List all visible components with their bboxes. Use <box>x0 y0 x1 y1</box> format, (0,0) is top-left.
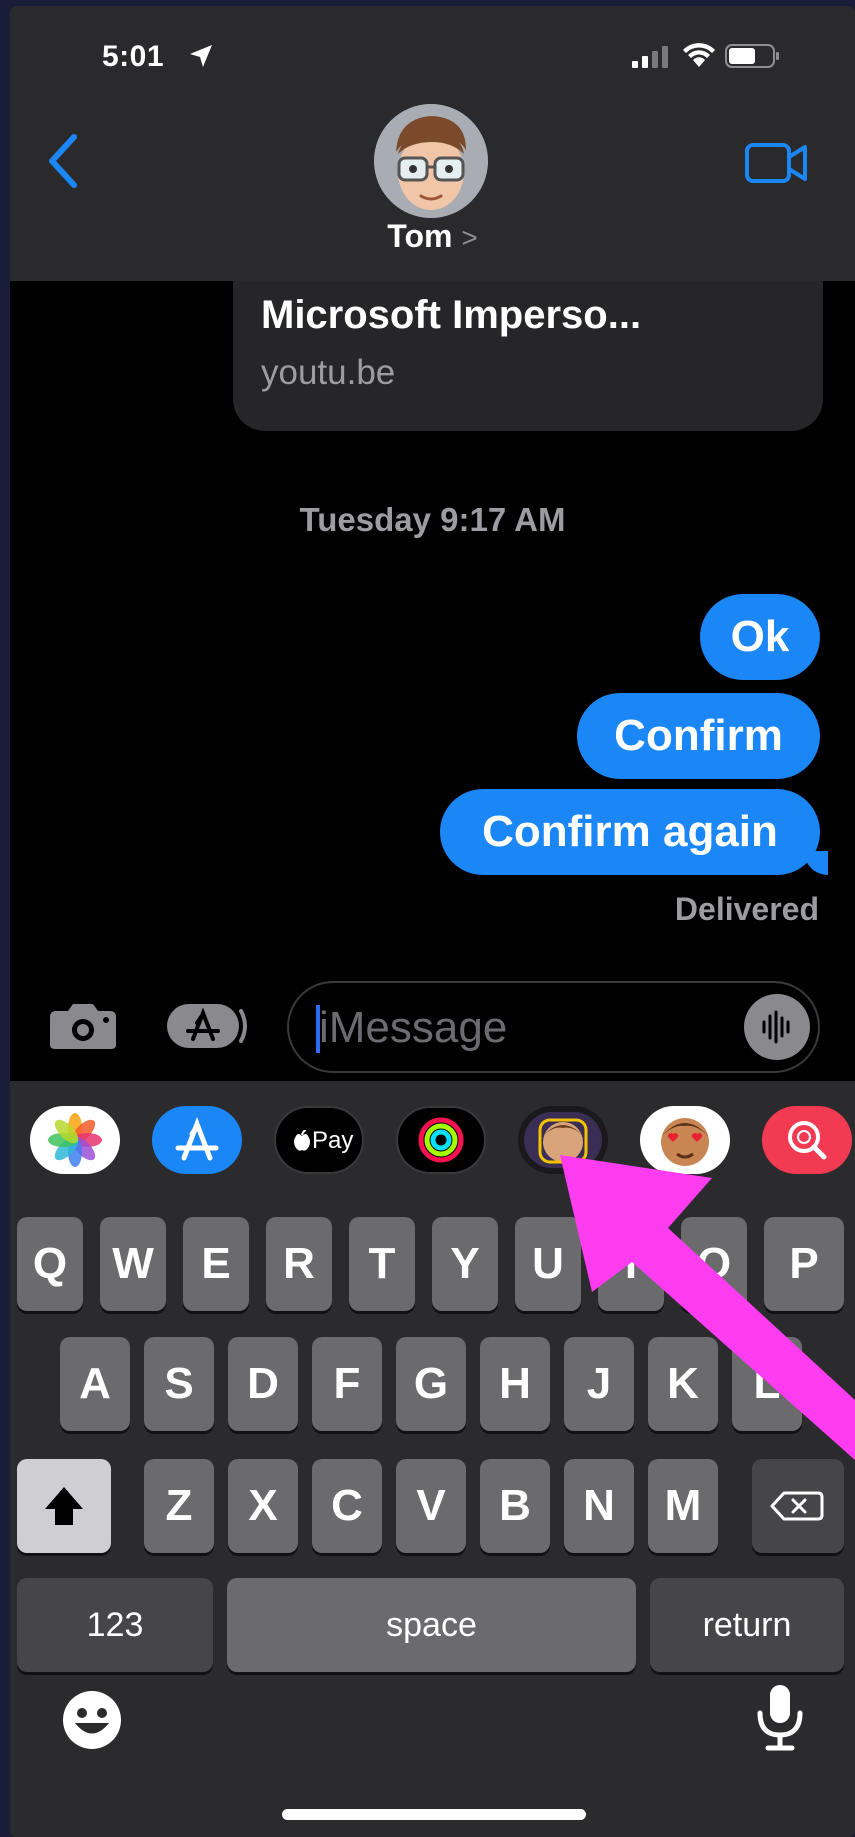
photos-icon <box>48 1113 102 1167</box>
key-r[interactable]: R <box>266 1217 332 1311</box>
message-composer: iMessage <box>10 971 855 1081</box>
sent-message-bubble[interactable]: Confirm <box>577 693 820 779</box>
sent-message-bubble[interactable]: Ok <box>700 594 820 680</box>
key-c[interactable]: C <box>312 1459 382 1553</box>
sent-message-bubble[interactable]: Confirm again <box>440 789 828 875</box>
shift-key[interactable] <box>17 1459 111 1553</box>
key-j[interactable]: J <box>564 1337 634 1431</box>
return-key[interactable]: return <box>650 1578 844 1672</box>
key-u[interactable]: U <box>515 1217 581 1311</box>
key-v[interactable]: V <box>396 1459 466 1553</box>
contact-name-label: Tom <box>387 218 453 254</box>
memoji-avatar-icon <box>374 104 488 218</box>
search-images-app-button[interactable] <box>762 1106 852 1174</box>
conversation-header: 5:01 Tom > <box>10 6 855 281</box>
key-f[interactable]: F <box>312 1337 382 1431</box>
dictation-mic-icon[interactable] <box>752 1681 808 1753</box>
key-n[interactable]: N <box>564 1459 634 1553</box>
app-store-app-button[interactable] <box>152 1106 242 1174</box>
imessage-placeholder: iMessage <box>319 1003 508 1052</box>
battery-icon <box>725 44 779 68</box>
delivery-status: Delivered <box>674 891 819 927</box>
message-timestamp: Tuesday 9:17 AM <box>299 501 566 538</box>
photos-app-button[interactable] <box>30 1106 120 1174</box>
key-m[interactable]: M <box>648 1459 718 1553</box>
contact-avatar[interactable] <box>374 104 488 218</box>
key-o[interactable]: O <box>681 1217 747 1311</box>
cellular-signal-icon <box>632 46 668 68</box>
wifi-icon <box>683 43 715 67</box>
memoji-stickers-icon <box>524 1112 602 1168</box>
animoji-app-button[interactable] <box>640 1106 730 1174</box>
location-arrow-icon <box>190 45 212 67</box>
apple-logo-icon <box>294 1130 310 1151</box>
key-i[interactable]: I <box>598 1217 664 1311</box>
key-l[interactable]: L <box>732 1337 802 1431</box>
back-chevron-icon[interactable] <box>44 133 80 189</box>
activity-rings-icon <box>418 1117 464 1163</box>
key-b[interactable]: B <box>480 1459 550 1553</box>
waveform-icon <box>762 1010 790 1044</box>
apple-pay-app-button[interactable]: Pay <box>274 1106 364 1174</box>
message-thread[interactable]: Microsoft Imperso... youtu.be Tuesday 9:… <box>10 271 855 1071</box>
link-preview-card[interactable]: Microsoft Imperso... youtu.be <box>233 271 823 431</box>
audio-message-button[interactable] <box>744 994 810 1060</box>
camera-icon[interactable] <box>48 1001 118 1051</box>
key-k[interactable]: K <box>648 1337 718 1431</box>
key-s[interactable]: S <box>144 1337 214 1431</box>
contact-name[interactable]: Tom > <box>10 218 855 255</box>
delete-key[interactable] <box>752 1459 844 1553</box>
status-time: 5:01 <box>102 40 165 73</box>
key-z[interactable]: Z <box>144 1459 214 1553</box>
key-g[interactable]: G <box>396 1337 466 1431</box>
key-p[interactable]: P <box>764 1217 844 1311</box>
home-indicator[interactable] <box>282 1809 586 1820</box>
app-store-icon[interactable] <box>165 1001 251 1051</box>
key-w[interactable]: W <box>100 1217 166 1311</box>
imessage-input[interactable]: iMessage <box>287 981 820 1073</box>
key-e[interactable]: E <box>183 1217 249 1311</box>
emoji-keyboard-icon[interactable] <box>60 1688 124 1752</box>
link-preview-domain: youtu.be <box>261 353 396 392</box>
facetime-video-icon[interactable] <box>745 141 809 185</box>
link-preview-title: Microsoft Imperso... <box>261 293 642 337</box>
key-a[interactable]: A <box>60 1337 130 1431</box>
search-images-icon <box>788 1121 827 1160</box>
memoji-app-button[interactable] <box>518 1106 608 1174</box>
key-y[interactable]: Y <box>432 1217 498 1311</box>
key-d[interactable]: D <box>228 1337 298 1431</box>
keyboard: Pay Q W E R T Y U I O P A S D F G H J K … <box>10 1081 855 1837</box>
imessage-app-drawer: Pay <box>10 1081 855 1201</box>
phone-screen: 5:01 Tom > Microsoft Imperso... youtu.be… <box>10 6 855 1837</box>
numbers-key[interactable]: 123 <box>17 1578 213 1672</box>
key-q[interactable]: Q <box>17 1217 83 1311</box>
delete-backspace-icon <box>770 1491 824 1521</box>
key-x[interactable]: X <box>228 1459 298 1553</box>
activity-app-button[interactable] <box>396 1106 486 1174</box>
contact-details-chevron: > <box>461 222 478 253</box>
key-t[interactable]: T <box>349 1217 415 1311</box>
shift-arrow-icon <box>45 1487 83 1525</box>
key-h[interactable]: H <box>480 1337 550 1431</box>
app-store-a-icon <box>175 1116 219 1161</box>
apple-pay-label: Pay <box>312 1127 354 1154</box>
space-key[interactable]: space <box>227 1578 636 1672</box>
heart-eyes-memoji-icon <box>661 1118 709 1166</box>
